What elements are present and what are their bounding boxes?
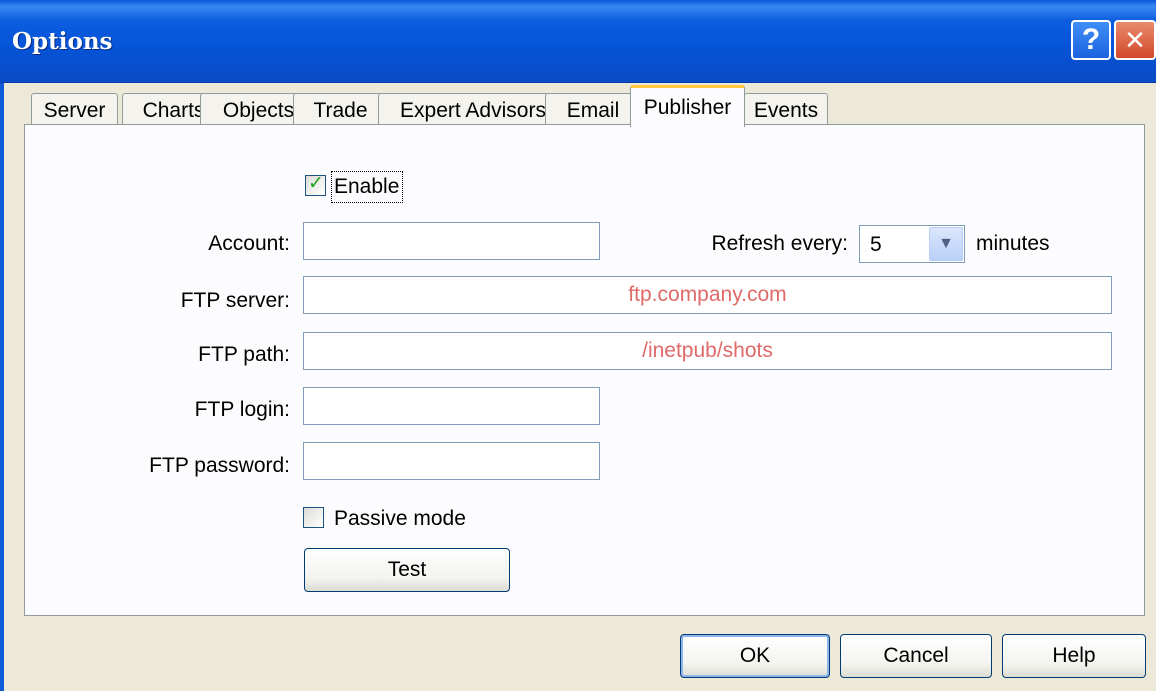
help-icon: ? — [1081, 23, 1101, 56]
ftp-login-input[interactable] — [303, 387, 600, 425]
window-title: Options — [12, 28, 113, 55]
ftp-server-input[interactable]: ftp.company.com — [303, 276, 1112, 314]
chevron-down-icon[interactable]: ▼ — [929, 227, 963, 261]
tab-server[interactable]: Server — [31, 93, 118, 127]
ftp-password-label: FTP password: — [149, 454, 290, 477]
account-input[interactable] — [303, 222, 600, 260]
tab-publisher[interactable]: Publisher — [630, 85, 745, 127]
refresh-value: 5 — [870, 233, 882, 256]
passive-mode-label[interactable]: Passive mode — [334, 507, 466, 531]
ftp-server-label: FTP server: — [180, 289, 290, 312]
window-border — [0, 83, 4, 691]
enable-checkbox[interactable]: ✓ — [305, 173, 326, 196]
tab-events[interactable]: Events — [744, 93, 828, 127]
title-bar: Options ? ✕ — [0, 0, 1156, 83]
checkmark-icon: ✓ — [308, 173, 324, 194]
account-label: Account: — [208, 232, 290, 255]
tab-email[interactable]: Email — [545, 93, 641, 127]
tab-strip: Server Charts Objects Trade Expert Advis… — [28, 83, 848, 127]
minutes-label: minutes — [976, 232, 1050, 255]
ftp-path-input[interactable]: /inetpub/shots — [303, 332, 1112, 370]
test-button[interactable]: Test — [304, 548, 510, 592]
refresh-select[interactable]: 5 ▼ — [859, 225, 965, 263]
help-title-button[interactable]: ? — [1071, 20, 1111, 60]
cancel-button[interactable]: Cancel — [840, 634, 992, 678]
ftp-path-label: FTP path: — [198, 343, 290, 366]
publisher-panel — [24, 124, 1145, 616]
refresh-label: Refresh every: — [711, 232, 848, 255]
help-button[interactable]: Help — [1002, 634, 1146, 678]
close-icon: ✕ — [1124, 24, 1146, 55]
ftp-password-input[interactable] — [303, 442, 600, 480]
close-title-button[interactable]: ✕ — [1114, 20, 1156, 60]
ok-button[interactable]: OK — [680, 634, 830, 678]
passive-mode-checkbox[interactable] — [303, 507, 324, 528]
ftp-login-label: FTP login: — [194, 398, 290, 421]
tab-trade[interactable]: Trade — [293, 93, 388, 127]
tab-expert-advisors[interactable]: Expert Advisors — [378, 93, 568, 127]
enable-label[interactable]: Enable — [334, 175, 399, 199]
